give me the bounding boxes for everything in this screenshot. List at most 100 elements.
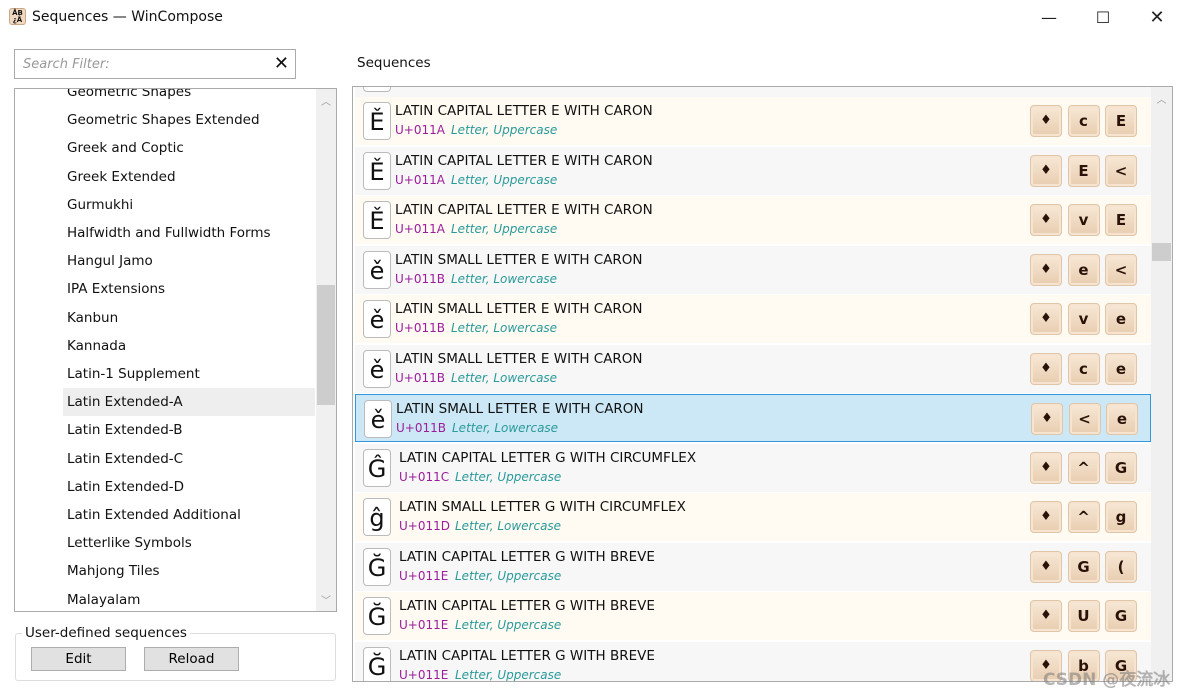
character-name: LATIN CAPITAL LETTER G WITH BREVE <box>399 548 655 565</box>
close-button[interactable]: ✕ <box>1134 0 1180 34</box>
unicode-code: U+011C <box>399 469 450 484</box>
unicode-code: U+011A <box>395 222 445 236</box>
unicode-code: U+011A <box>395 123 445 137</box>
key-cap: g <box>1105 501 1137 533</box>
key-cap: e <box>1067 253 1100 286</box>
unicode-code: U+011E <box>399 618 449 632</box>
sequences-label: Sequences <box>357 55 431 71</box>
key-cap: ^ <box>1067 501 1100 533</box>
category-item[interactable]: Halfwidth and Fullwidth Forms <box>63 219 315 247</box>
character-category: Letter, Uppercase <box>451 222 558 236</box>
character-category: Letter, Uppercase <box>451 123 558 137</box>
category-item[interactable]: Kanbun <box>63 304 315 332</box>
category-item[interactable]: Greek and Coptic <box>63 134 315 162</box>
category-item[interactable]: Latin Extended-A <box>63 388 315 417</box>
scroll-up-icon[interactable]: ︿ <box>1151 91 1172 106</box>
key-cap: U <box>1067 600 1100 632</box>
character-name: LATIN SMALL LETTER E WITH CARON <box>395 301 643 317</box>
category-item[interactable]: IPA Extensions <box>63 275 315 303</box>
sequence-row[interactable]: Ğ LATIN CAPITAL LETTER G WITH BREVE U+01… <box>355 542 1151 591</box>
key-cap: < <box>1105 154 1137 187</box>
glyph-preview: ě <box>364 400 392 438</box>
compose-key-icon: ♦ <box>1030 105 1062 137</box>
character-name: LATIN CAPITAL LETTER E WITH CARON <box>395 202 653 218</box>
minimize-button[interactable]: — <box>1026 0 1072 34</box>
character-name: LATIN SMALL LETTER E WITH CARON <box>395 251 643 268</box>
character-name: LATIN CAPITAL LETTER E WITH CARON <box>395 152 653 169</box>
glyph-preview: Ğ <box>363 646 391 681</box>
key-cap: v <box>1067 303 1100 335</box>
sequence-scrollbar[interactable]: ︿ <box>1151 87 1172 681</box>
key-cap: G <box>1067 550 1100 583</box>
maximize-button[interactable]: ☐ <box>1080 0 1126 34</box>
character-name: LATIN SMALL LETTER E WITH CARON <box>395 350 643 367</box>
search-input[interactable] <box>15 50 265 78</box>
key-cap: e <box>1106 403 1138 435</box>
category-item[interactable]: Kannada <box>63 332 315 360</box>
key-cap: v <box>1067 204 1100 236</box>
category-item[interactable]: Geometric Shapes Extended <box>63 106 315 134</box>
search-filter: ✕ <box>14 49 296 79</box>
category-item[interactable]: Latin Extended-D <box>63 473 315 501</box>
glyph-preview: Ğ <box>363 597 391 635</box>
category-scrollbar[interactable]: ︿ ﹀ <box>316 89 336 611</box>
category-item[interactable]: Latin Extended-C <box>63 445 315 473</box>
compose-key-icon: ♦ <box>1030 352 1062 385</box>
character-name: LATIN CAPITAL LETTER G WITH BREVE <box>399 647 655 664</box>
key-cap: E <box>1067 154 1100 187</box>
watermark: CSDN @夜流冰 <box>1043 670 1171 690</box>
glyph-preview: Ğ <box>363 547 391 586</box>
reload-button[interactable]: Reload <box>144 647 239 671</box>
sequence-row-partial[interactable] <box>355 87 1151 97</box>
scrollbar-thumb[interactable] <box>1152 243 1171 261</box>
compose-key-icon: ♦ <box>1031 403 1063 435</box>
compose-key-icon: ♦ <box>1030 154 1062 187</box>
category-item[interactable]: Letterlike Symbols <box>63 529 315 557</box>
unicode-code: U+011A <box>395 172 445 187</box>
key-cap: e <box>1105 352 1137 385</box>
category-item[interactable]: Gurmukhi <box>63 191 315 219</box>
window-title: Sequences — WinCompose <box>32 9 223 25</box>
character-category: Letter, Uppercase <box>455 667 562 682</box>
sequence-row[interactable]: Ğ LATIN CAPITAL LETTER G WITH BREVE U+01… <box>355 641 1151 682</box>
category-item[interactable]: Mahjong Tiles <box>63 557 315 585</box>
character-category: Letter, Uppercase <box>451 172 558 187</box>
sequence-row[interactable]: Ğ LATIN CAPITAL LETTER G WITH BREVE U+01… <box>355 592 1151 640</box>
compose-key-icon: ♦ <box>1030 550 1062 583</box>
clear-search-icon[interactable]: ✕ <box>274 53 289 74</box>
category-item[interactable]: Latin Extended Additional <box>63 501 315 529</box>
sequence-row[interactable]: ě LATIN SMALL LETTER E WITH CARON U+011B… <box>355 344 1151 393</box>
unicode-code: U+011E <box>399 568 449 583</box>
category-item[interactable]: Malayalam <box>63 586 315 611</box>
category-item[interactable]: Greek Extended <box>63 163 315 191</box>
glyph-preview: ě <box>363 349 391 388</box>
sequence-row[interactable]: ě LATIN SMALL LETTER E WITH CARON U+011B… <box>355 295 1151 343</box>
glyph-preview: Ě <box>363 201 391 239</box>
key-cap: < <box>1068 403 1101 435</box>
sequence-row[interactable]: ě LATIN SMALL LETTER E WITH CARON U+011B… <box>355 394 1151 442</box>
sequence-row[interactable]: Ě LATIN CAPITAL LETTER E WITH CARON U+01… <box>355 146 1151 195</box>
key-cap: c <box>1067 352 1100 385</box>
edit-button[interactable]: Edit <box>31 647 126 671</box>
title-bar: ÅB ¿Å Sequences — WinCompose — ☐ ✕ <box>0 0 1184 36</box>
category-item[interactable]: Hangul Jamo <box>63 247 315 275</box>
scrollbar-thumb[interactable] <box>317 285 335 405</box>
sequence-row[interactable]: Ĝ LATIN CAPITAL LETTER G WITH CIRCUMFLEX… <box>355 443 1151 492</box>
glyph-preview: Ě <box>363 102 391 140</box>
unicode-code: U+011B <box>395 321 445 335</box>
scroll-down-icon[interactable]: ﹀ <box>316 592 336 607</box>
key-cap: c <box>1067 105 1100 137</box>
character-category: Letter, Lowercase <box>451 321 558 335</box>
character-category: Letter, Lowercase <box>451 271 558 286</box>
unicode-code: U+011B <box>395 271 445 286</box>
sequence-row[interactable]: ĝ LATIN SMALL LETTER G WITH CIRCUMFLEX U… <box>355 493 1151 541</box>
category-item[interactable]: Latin-1 Supplement <box>63 360 315 388</box>
sequence-row[interactable]: ě LATIN SMALL LETTER E WITH CARON U+011B… <box>355 245 1151 294</box>
scroll-up-icon[interactable]: ︿ <box>316 93 336 108</box>
sequence-row[interactable]: Ě LATIN CAPITAL LETTER E WITH CARON U+01… <box>355 196 1151 244</box>
character-name: LATIN CAPITAL LETTER G WITH CIRCUMFLEX <box>399 449 697 466</box>
category-item[interactable]: Geometric Shapes <box>63 89 315 106</box>
sequence-row[interactable]: Ě LATIN CAPITAL LETTER E WITH CARON U+01… <box>355 97 1151 145</box>
category-item[interactable]: Latin Extended-B <box>63 416 315 444</box>
unicode-code: U+011B <box>396 421 446 435</box>
